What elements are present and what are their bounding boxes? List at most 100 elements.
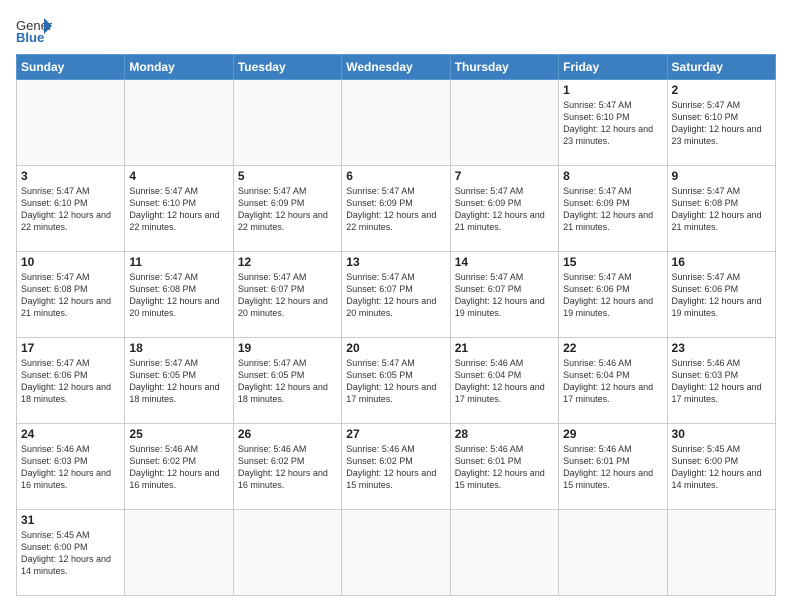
cell-sun-info: Sunrise: 5:47 AM Sunset: 6:06 PM Dayligh… xyxy=(672,271,771,320)
cell-sun-info: Sunrise: 5:46 AM Sunset: 6:01 PM Dayligh… xyxy=(563,443,662,492)
calendar-cell: 8 Sunrise: 5:47 AM Sunset: 6:09 PM Daylig… xyxy=(559,166,667,252)
cell-day-number: 16 xyxy=(672,255,771,269)
cell-day-number: 7 xyxy=(455,169,554,183)
calendar-cell: 1 Sunrise: 5:47 AM Sunset: 6:10 PM Daylig… xyxy=(559,80,667,166)
cell-sun-info: Sunrise: 5:47 AM Sunset: 6:10 PM Dayligh… xyxy=(563,99,662,148)
calendar-cell: 14 Sunrise: 5:47 AM Sunset: 6:07 PM Dayli… xyxy=(450,252,558,338)
cell-day-number: 4 xyxy=(129,169,228,183)
cell-sun-info: Sunrise: 5:47 AM Sunset: 6:10 PM Dayligh… xyxy=(672,99,771,148)
cell-sun-info: Sunrise: 5:46 AM Sunset: 6:02 PM Dayligh… xyxy=(346,443,445,492)
calendar-cell: 2Sunrise: 5:47 AM Sunset: 6:10 PM Daylig… xyxy=(667,80,775,166)
cell-day-number: 28 xyxy=(455,427,554,441)
cell-day-number: 23 xyxy=(672,341,771,355)
cell-day-number: 14 xyxy=(455,255,554,269)
cell-day-number: 30 xyxy=(672,427,771,441)
cell-day-number: 19 xyxy=(238,341,337,355)
calendar-cell xyxy=(450,80,558,166)
cell-day-number: 5 xyxy=(238,169,337,183)
calendar-week-row: 31Sunrise: 5:45 AM Sunset: 6:00 PM Dayli… xyxy=(17,510,776,596)
calendar-week-row: 3 Sunrise: 5:47 AM Sunset: 6:10 PM Daylig… xyxy=(17,166,776,252)
cell-day-number: 27 xyxy=(346,427,445,441)
cell-sun-info: Sunrise: 5:47 AM Sunset: 6:09 PM Dayligh… xyxy=(238,185,337,234)
cell-day-number: 24 xyxy=(21,427,120,441)
cell-day-number: 25 xyxy=(129,427,228,441)
cell-day-number: 8 xyxy=(563,169,662,183)
calendar-cell xyxy=(17,80,125,166)
calendar-cell: 3 Sunrise: 5:47 AM Sunset: 6:10 PM Daylig… xyxy=(17,166,125,252)
header: General Blue xyxy=(16,16,776,44)
calendar-cell: 26 Sunrise: 5:46 AM Sunset: 6:02 PM Dayli… xyxy=(233,424,341,510)
cell-day-number: 3 xyxy=(21,169,120,183)
cell-sun-info: Sunrise: 5:47 AM Sunset: 6:07 PM Dayligh… xyxy=(346,271,445,320)
calendar-cell: 29Sunrise: 5:46 AM Sunset: 6:01 PM Dayli… xyxy=(559,424,667,510)
cell-sun-info: Sunrise: 5:47 AM Sunset: 6:07 PM Dayligh… xyxy=(238,271,337,320)
calendar-cell: 4 Sunrise: 5:47 AM Sunset: 6:10 PM Daylig… xyxy=(125,166,233,252)
calendar-cell xyxy=(342,510,450,596)
cell-day-number: 20 xyxy=(346,341,445,355)
cell-day-number: 1 xyxy=(563,83,662,97)
calendar-week-row: 17 Sunrise: 5:47 AM Sunset: 6:06 PM Dayli… xyxy=(17,338,776,424)
cell-sun-info: Sunrise: 5:46 AM Sunset: 6:04 PM Dayligh… xyxy=(563,357,662,406)
calendar-cell: 13 Sunrise: 5:47 AM Sunset: 6:07 PM Dayli… xyxy=(342,252,450,338)
calendar-cell: 11 Sunrise: 5:47 AM Sunset: 6:08 PM Dayli… xyxy=(125,252,233,338)
cell-sun-info: Sunrise: 5:47 AM Sunset: 6:06 PM Dayligh… xyxy=(21,357,120,406)
calendar-table: SundayMondayTuesdayWednesdayThursdayFrid… xyxy=(16,54,776,596)
cell-sun-info: Sunrise: 5:46 AM Sunset: 6:02 PM Dayligh… xyxy=(238,443,337,492)
calendar-cell xyxy=(125,80,233,166)
svg-text:Blue: Blue xyxy=(16,30,44,44)
logo: General Blue xyxy=(16,16,52,44)
cell-sun-info: Sunrise: 5:45 AM Sunset: 6:00 PM Dayligh… xyxy=(672,443,771,492)
weekday-wednesday: Wednesday xyxy=(342,55,450,80)
cell-sun-info: Sunrise: 5:47 AM Sunset: 6:09 PM Dayligh… xyxy=(455,185,554,234)
calendar-cell: 30 Sunrise: 5:45 AM Sunset: 6:00 PM Dayli… xyxy=(667,424,775,510)
cell-sun-info: Sunrise: 5:47 AM Sunset: 6:05 PM Dayligh… xyxy=(238,357,337,406)
calendar-cell: 17 Sunrise: 5:47 AM Sunset: 6:06 PM Dayli… xyxy=(17,338,125,424)
calendar-cell: 31Sunrise: 5:45 AM Sunset: 6:00 PM Dayli… xyxy=(17,510,125,596)
weekday-header-row: SundayMondayTuesdayWednesdayThursdayFrid… xyxy=(17,55,776,80)
cell-sun-info: Sunrise: 5:47 AM Sunset: 6:10 PM Dayligh… xyxy=(129,185,228,234)
calendar-cell: 25 Sunrise: 5:46 AM Sunset: 6:02 PM Dayli… xyxy=(125,424,233,510)
cell-sun-info: Sunrise: 5:46 AM Sunset: 6:02 PM Dayligh… xyxy=(129,443,228,492)
cell-day-number: 17 xyxy=(21,341,120,355)
calendar-cell: 23Sunrise: 5:46 AM Sunset: 6:03 PM Dayli… xyxy=(667,338,775,424)
cell-day-number: 26 xyxy=(238,427,337,441)
cell-day-number: 10 xyxy=(21,255,120,269)
cell-sun-info: Sunrise: 5:47 AM Sunset: 6:10 PM Dayligh… xyxy=(21,185,120,234)
cell-day-number: 31 xyxy=(21,513,120,527)
calendar-cell: 7 Sunrise: 5:47 AM Sunset: 6:09 PM Daylig… xyxy=(450,166,558,252)
calendar-cell: 27 Sunrise: 5:46 AM Sunset: 6:02 PM Dayli… xyxy=(342,424,450,510)
cell-sun-info: Sunrise: 5:46 AM Sunset: 6:04 PM Dayligh… xyxy=(455,357,554,406)
calendar-cell: 22Sunrise: 5:46 AM Sunset: 6:04 PM Dayli… xyxy=(559,338,667,424)
cell-day-number: 13 xyxy=(346,255,445,269)
calendar-cell: 28 Sunrise: 5:46 AM Sunset: 6:01 PM Dayli… xyxy=(450,424,558,510)
calendar-cell xyxy=(233,80,341,166)
cell-sun-info: Sunrise: 5:47 AM Sunset: 6:07 PM Dayligh… xyxy=(455,271,554,320)
calendar-cell: 16 Sunrise: 5:47 AM Sunset: 6:06 PM Dayli… xyxy=(667,252,775,338)
cell-day-number: 18 xyxy=(129,341,228,355)
calendar-week-row: 24 Sunrise: 5:46 AM Sunset: 6:03 PM Dayli… xyxy=(17,424,776,510)
calendar-cell xyxy=(233,510,341,596)
cell-sun-info: Sunrise: 5:47 AM Sunset: 6:09 PM Dayligh… xyxy=(563,185,662,234)
calendar-cell xyxy=(667,510,775,596)
cell-sun-info: Sunrise: 5:46 AM Sunset: 6:03 PM Dayligh… xyxy=(21,443,120,492)
calendar-cell: 10 Sunrise: 5:47 AM Sunset: 6:08 PM Dayli… xyxy=(17,252,125,338)
weekday-friday: Friday xyxy=(559,55,667,80)
cell-day-number: 15 xyxy=(563,255,662,269)
calendar-cell: 19 Sunrise: 5:47 AM Sunset: 6:05 PM Dayli… xyxy=(233,338,341,424)
cell-sun-info: Sunrise: 5:47 AM Sunset: 6:08 PM Dayligh… xyxy=(672,185,771,234)
weekday-monday: Monday xyxy=(125,55,233,80)
cell-sun-info: Sunrise: 5:47 AM Sunset: 6:08 PM Dayligh… xyxy=(21,271,120,320)
page: General Blue SundayMondayTuesdayWednesda… xyxy=(0,0,792,612)
cell-day-number: 12 xyxy=(238,255,337,269)
cell-day-number: 9 xyxy=(672,169,771,183)
cell-sun-info: Sunrise: 5:46 AM Sunset: 6:01 PM Dayligh… xyxy=(455,443,554,492)
calendar-cell: 12 Sunrise: 5:47 AM Sunset: 6:07 PM Dayli… xyxy=(233,252,341,338)
calendar-cell xyxy=(450,510,558,596)
weekday-thursday: Thursday xyxy=(450,55,558,80)
cell-day-number: 11 xyxy=(129,255,228,269)
cell-sun-info: Sunrise: 5:47 AM Sunset: 6:08 PM Dayligh… xyxy=(129,271,228,320)
calendar-week-row: 1 Sunrise: 5:47 AM Sunset: 6:10 PM Daylig… xyxy=(17,80,776,166)
calendar-week-row: 10 Sunrise: 5:47 AM Sunset: 6:08 PM Dayli… xyxy=(17,252,776,338)
calendar-cell: 20Sunrise: 5:47 AM Sunset: 6:05 PM Dayli… xyxy=(342,338,450,424)
cell-day-number: 21 xyxy=(455,341,554,355)
